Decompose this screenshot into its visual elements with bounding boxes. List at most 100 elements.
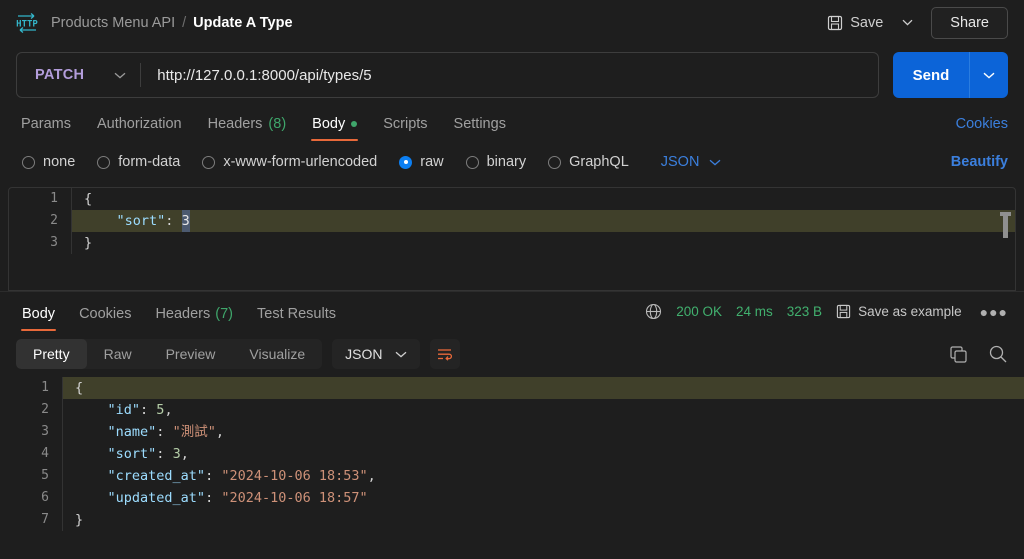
chevron-down-icon — [983, 72, 995, 79]
radio-none[interactable]: none — [22, 154, 75, 170]
breadcrumb-collection[interactable]: Products Menu API — [51, 15, 175, 31]
request-tabs: Params Authorization Headers (8) Body Sc… — [0, 105, 1024, 141]
tab-scripts[interactable]: Scripts — [370, 116, 440, 141]
tab-label: Body — [312, 116, 345, 132]
line-number: 2 — [9, 210, 71, 232]
code-token: , — [164, 399, 172, 421]
response-headers-count: (7) — [215, 306, 233, 322]
tab-headers[interactable]: Headers (8) — [195, 116, 300, 141]
code-line-text: "updated_at": "2024-10-06 18:57" — [62, 487, 1024, 509]
response-tab-headers[interactable]: Headers (7) — [143, 306, 245, 331]
response-format-label: JSON — [345, 346, 382, 362]
tab-label: Scripts — [383, 116, 427, 132]
code-token: 3 — [182, 210, 190, 232]
response-tab-body[interactable]: Body — [16, 306, 67, 331]
radio-icon — [97, 156, 110, 169]
request-editor-scrollbar[interactable] — [1000, 212, 1011, 238]
beautify-button[interactable]: Beautify — [951, 154, 1008, 170]
response-body-viewer[interactable]: 1{2 "id": 5,3 "name": "測試",4 "sort": 3,5… — [0, 377, 1024, 559]
url-input[interactable]: http://127.0.0.1:8000/api/types/5 — [141, 67, 878, 84]
send-button[interactable]: Send — [893, 52, 969, 98]
code-line[interactable]: 3} — [9, 232, 1015, 254]
http-protocol-icon: HTTP — [14, 12, 40, 34]
code-token: "2024-10-06 18:57" — [221, 487, 367, 509]
code-line[interactable]: 4 "sort": 3, — [0, 443, 1024, 465]
search-icon[interactable] — [988, 344, 1008, 364]
response-status-bar: Body Cookies Headers (7) Test Results 20… — [0, 291, 1024, 331]
view-pretty[interactable]: Pretty — [16, 339, 87, 369]
radio-raw[interactable]: raw — [399, 154, 443, 170]
code-token: : — [165, 210, 181, 232]
request-body-editor[interactable]: 1{2 "sort": 33} — [8, 187, 1016, 291]
code-line-text: "id": 5, — [62, 399, 1024, 421]
view-raw[interactable]: Raw — [87, 339, 149, 369]
radio-label: raw — [420, 154, 443, 170]
line-number: 1 — [0, 377, 62, 399]
tab-authorization[interactable]: Authorization — [84, 116, 195, 141]
cookies-link[interactable]: Cookies — [956, 116, 1008, 141]
word-wrap-toggle[interactable] — [430, 339, 460, 369]
line-number: 3 — [0, 421, 62, 443]
save-button[interactable]: Save — [818, 9, 892, 37]
view-preview[interactable]: Preview — [149, 339, 233, 369]
chevron-down-icon — [709, 159, 721, 166]
code-line[interactable]: 2 "id": 5, — [0, 399, 1024, 421]
radio-icon — [202, 156, 215, 169]
line-number: 4 — [0, 443, 62, 465]
copy-icon[interactable] — [949, 345, 968, 364]
code-token — [75, 443, 108, 465]
code-token: "id" — [108, 399, 141, 421]
radio-graphql[interactable]: GraphQL — [548, 154, 629, 170]
tab-label: Authorization — [97, 116, 182, 132]
tab-params[interactable]: Params — [16, 116, 84, 141]
code-token — [75, 487, 108, 509]
code-line[interactable]: 3 "name": "測試", — [0, 421, 1024, 443]
method-selector[interactable]: PATCH — [17, 53, 140, 97]
code-token: "測試" — [173, 421, 216, 443]
breadcrumb-request-name[interactable]: Update A Type — [193, 15, 292, 31]
word-wrap-icon — [436, 347, 453, 362]
code-line[interactable]: 5 "created_at": "2024-10-06 18:53", — [0, 465, 1024, 487]
code-line[interactable]: 6 "updated_at": "2024-10-06 18:57" — [0, 487, 1024, 509]
response-view-switcher: Pretty Raw Preview Visualize — [16, 339, 322, 369]
send-options-caret[interactable] — [970, 52, 1008, 98]
floppy-disk-icon — [827, 15, 843, 31]
view-visualize[interactable]: Visualize — [232, 339, 322, 369]
code-line[interactable]: 1{ — [0, 377, 1024, 399]
headers-count: (8) — [268, 116, 286, 132]
radio-x-www-form-urlencoded[interactable]: x-www-form-urlencoded — [202, 154, 377, 170]
tab-body[interactable]: Body — [299, 116, 370, 141]
scrollbar-thumb[interactable] — [1003, 216, 1008, 238]
code-token: { — [84, 188, 92, 210]
breadcrumb-separator: / — [182, 15, 186, 31]
radio-binary[interactable]: binary — [466, 154, 527, 170]
code-line[interactable]: 1{ — [9, 188, 1015, 210]
response-size: 323 B — [787, 304, 822, 319]
code-line[interactable]: 2 "sort": 3 — [9, 210, 1015, 232]
tab-settings[interactable]: Settings — [441, 116, 519, 141]
ellipsis-icon[interactable]: ●●● — [976, 304, 1008, 320]
breadcrumb: Products Menu API / Update A Type — [51, 15, 293, 31]
code-token: "sort" — [108, 443, 157, 465]
code-token — [75, 465, 108, 487]
save-options-caret[interactable] — [892, 13, 923, 32]
response-format-dropdown[interactable]: JSON — [332, 339, 419, 369]
code-token: : — [156, 421, 172, 443]
floppy-disk-icon — [836, 304, 851, 319]
code-line[interactable]: 7} — [0, 509, 1024, 531]
code-token: "sort" — [117, 210, 166, 232]
line-number: 1 — [9, 188, 71, 210]
body-format-dropdown[interactable]: JSON — [661, 154, 722, 170]
response-tab-test-results[interactable]: Test Results — [245, 306, 348, 331]
globe-icon[interactable] — [645, 303, 662, 320]
radio-icon-selected — [399, 156, 412, 169]
tab-label: Headers — [155, 306, 210, 322]
share-button[interactable]: Share — [931, 7, 1008, 39]
response-tab-cookies[interactable]: Cookies — [67, 306, 143, 331]
radio-form-data[interactable]: form-data — [97, 154, 180, 170]
code-token: "updated_at" — [108, 487, 206, 509]
line-number: 6 — [0, 487, 62, 509]
code-line-text: "sort": 3, — [62, 443, 1024, 465]
save-as-example-button[interactable]: Save as example — [836, 304, 962, 319]
chevron-down-icon — [114, 72, 126, 79]
